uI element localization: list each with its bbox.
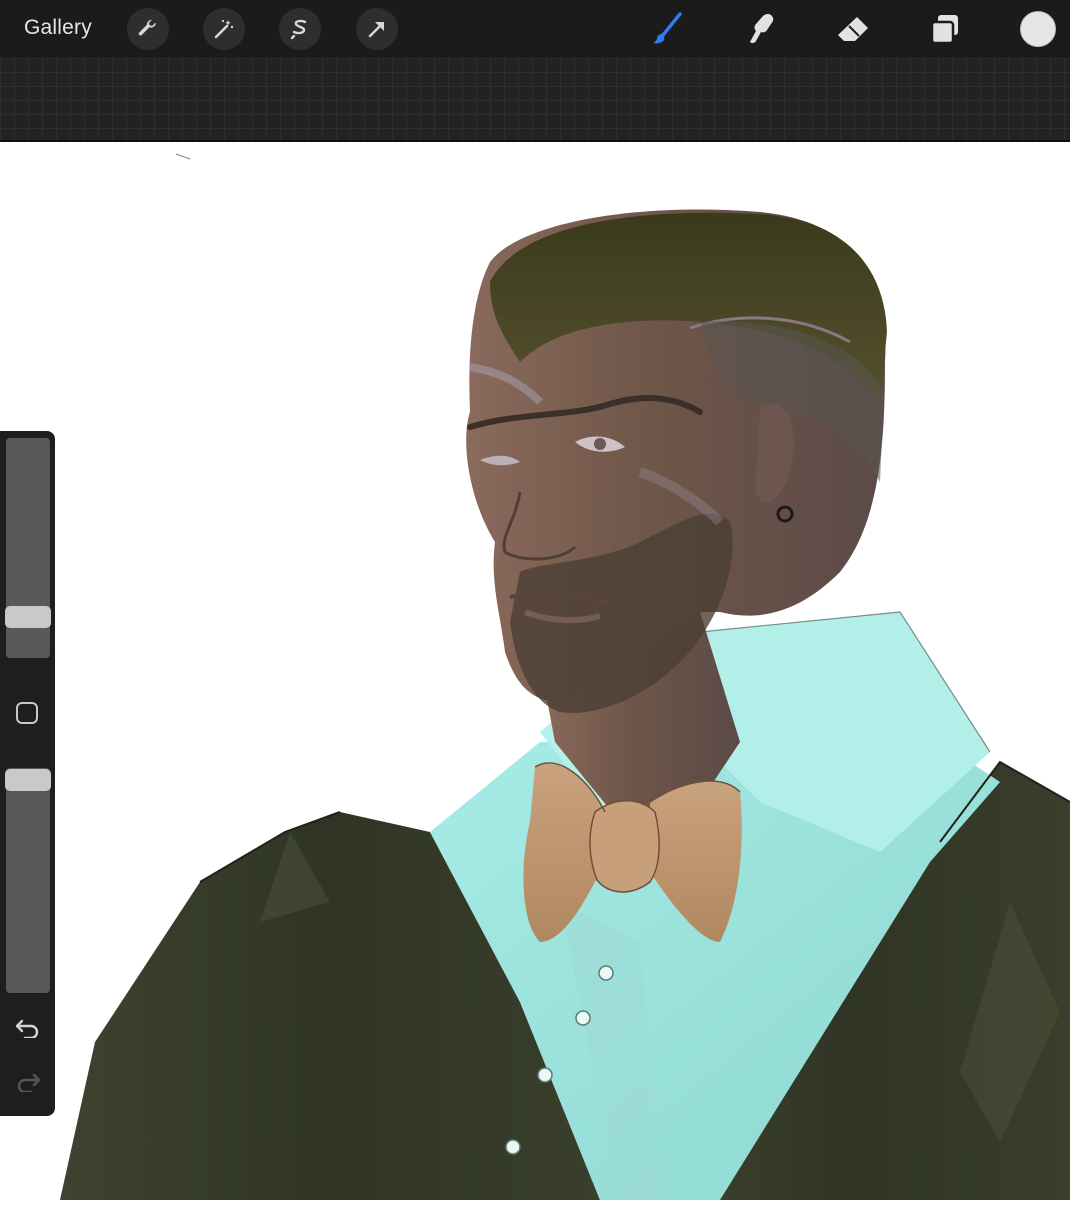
brush-size-thumb[interactable] (5, 606, 51, 628)
actions-icon[interactable] (127, 8, 169, 50)
selection-icon[interactable] (279, 8, 321, 50)
opacity-thumb[interactable] (5, 769, 51, 791)
layers-icon[interactable] (926, 10, 964, 48)
gallery-button[interactable]: Gallery (24, 16, 92, 40)
opacity-slider[interactable] (6, 768, 50, 993)
redo-icon[interactable] (13, 1067, 43, 1095)
workspace-grid (0, 58, 1070, 140)
top-toolbar: Gallery (0, 0, 1070, 58)
painting-portrait (60, 153, 1070, 1200)
adjustments-icon[interactable] (203, 8, 245, 50)
transform-icon[interactable] (356, 8, 398, 50)
drawing-canvas[interactable] (0, 142, 1070, 1200)
smudge-icon[interactable] (742, 10, 780, 48)
undo-icon[interactable] (13, 1013, 43, 1041)
eraser-icon[interactable] (834, 10, 872, 48)
color-icon[interactable] (1020, 11, 1056, 47)
brush-icon[interactable] (649, 10, 687, 48)
left-sidebar (0, 431, 55, 1116)
modify-icon[interactable] (16, 702, 38, 724)
